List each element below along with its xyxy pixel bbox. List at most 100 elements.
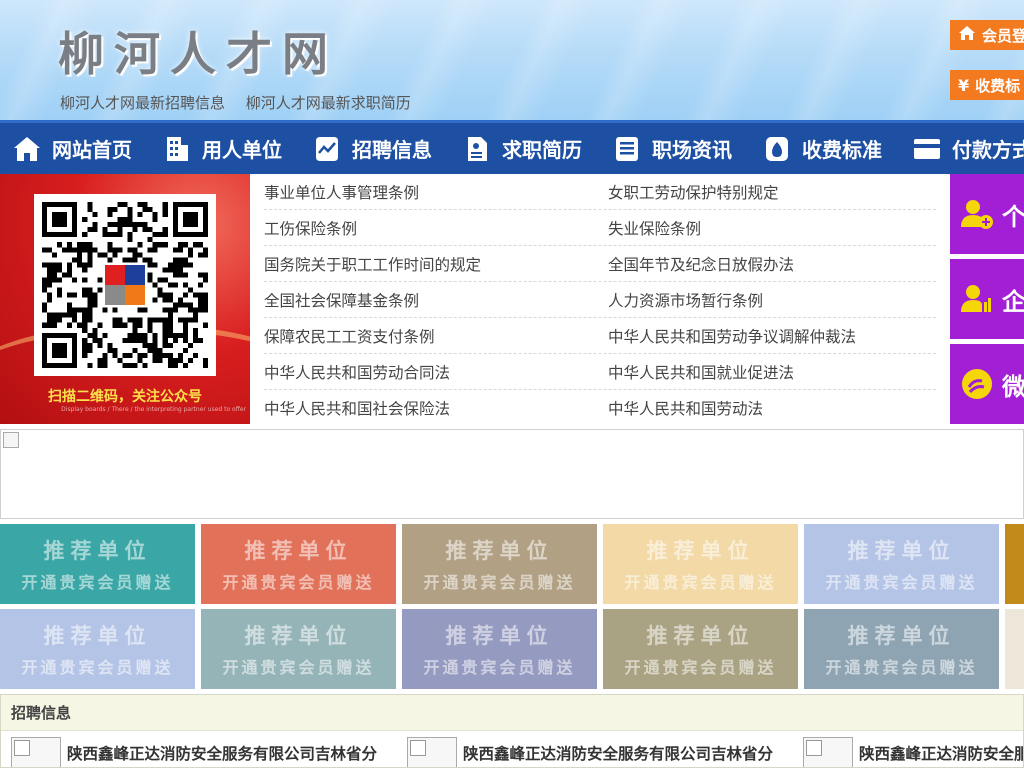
tile-title: 推荐单位 — [847, 624, 956, 648]
company-name[interactable]: 陕西鑫峰正达消防安全服务有限公司吉林省分 — [463, 742, 773, 764]
company-name[interactable]: 陕西鑫峰正达消防安全服务有限公司吉林省分 — [67, 742, 377, 764]
tile-subtitle: 开通贵宾会员赠送 — [21, 658, 174, 677]
tile-title: 推荐单位 — [646, 539, 755, 563]
law-link[interactable]: 女职工劳动保护特别规定 — [600, 181, 936, 203]
recommended-unit-tile[interactable]: 推荐单位开通贵宾会员赠送 — [0, 609, 195, 689]
nav-employers[interactable]: 用人单位 — [150, 123, 300, 174]
law-link[interactable]: 保障农民工工资支付条例 — [264, 325, 600, 347]
law-links: 事业单位人事管理条例 女职工劳动保护特别规定 工伤保险条例 失业保险条例 国务院… — [264, 174, 936, 424]
law-row: 工伤保险条例 失业保险条例 — [264, 210, 936, 246]
law-link[interactable]: 全国年节及纪念日放假办法 — [600, 253, 936, 275]
banner-image[interactable] — [0, 429, 1024, 519]
tile-title: 推荐单位 — [646, 624, 755, 648]
job-item[interactable]: 陕西鑫峰正达消防安全服务有限公司吉林省分 — [407, 737, 803, 767]
latest-jobs-link[interactable]: 柳河人才网最新招聘信息 — [60, 94, 225, 112]
recommended-unit-tile[interactable]: 推荐单位开通贵宾会员赠送 — [804, 524, 999, 604]
tile-subtitle: 开通贵宾会员赠送 — [825, 573, 978, 592]
company-register-button[interactable]: 企 — [950, 259, 1024, 339]
nav-news[interactable]: 职场资讯 — [600, 123, 750, 174]
nav-home-label: 网站首页 — [52, 138, 132, 162]
yen-icon: ¥ — [958, 75, 970, 95]
tile-title: 推荐单位 — [445, 539, 554, 563]
tile-subtitle: 开通贵宾会员赠送 — [222, 658, 375, 677]
resume-icon — [462, 134, 492, 164]
card-icon — [912, 134, 942, 164]
tile-subtitle: 开通贵宾会员赠送 — [423, 658, 576, 677]
personal-register-button[interactable]: 个 — [950, 174, 1024, 254]
wechat-icon — [960, 367, 994, 401]
tile-subtitle: 开通贵宾会员赠送 — [222, 573, 375, 592]
law-link[interactable]: 事业单位人事管理条例 — [264, 181, 600, 203]
recommended-unit-tile[interactable]: 推荐单位开通贵宾会员赠送 — [201, 609, 396, 689]
nav-payment[interactable]: 付款方式 — [900, 123, 1024, 174]
law-link[interactable]: 工伤保险条例 — [264, 217, 600, 239]
qr-code-image — [34, 194, 216, 376]
tile-title: 推荐单位 — [43, 624, 152, 648]
nav-fees-label: 收费标准 — [802, 138, 882, 162]
member-login-label: 会员登 — [982, 26, 1024, 45]
nav-employers-label: 用人单位 — [202, 138, 282, 162]
company-name[interactable]: 陕西鑫峰正达消防安全服 — [859, 742, 1023, 764]
recommended-unit-tile[interactable]: 推荐单位开通贵宾会员赠送 — [603, 524, 798, 604]
nav-jobs-label: 招聘信息 — [352, 138, 432, 162]
law-link[interactable]: 人力资源市场暂行条例 — [600, 289, 936, 311]
recommended-unit-tile[interactable]: 推荐单位开通贵宾会员赠送 — [402, 524, 597, 604]
latest-resumes-link[interactable]: 柳河人才网最新求职简历 — [246, 94, 411, 112]
site-header: 柳河人才网 柳河人才网最新招聘信息 柳河人才网最新求职简历 会员登 ¥ 收费标 — [0, 0, 1024, 120]
wechat-label: 微 — [1002, 372, 1024, 401]
recommended-unit-tile[interactable]: 推荐单位开通贵宾会员赠送 — [1005, 609, 1024, 689]
recommended-unit-tile[interactable]: 推荐单位开通贵宾会员赠送 — [1005, 524, 1024, 604]
law-row: 中华人民共和国社会保险法 中华人民共和国劳动法 — [264, 390, 936, 426]
nav-jobs[interactable]: 招聘信息 — [300, 123, 450, 174]
home-icon — [12, 134, 42, 164]
main-nav: 网站首页 用人单位 招聘信息 求职简历 职场资讯 收费标准 付款方式 — [0, 120, 1024, 174]
law-link[interactable]: 国务院关于职工工作时间的规定 — [264, 253, 600, 275]
nav-home[interactable]: 网站首页 — [0, 123, 150, 174]
recommended-unit-tile[interactable]: 推荐单位开通贵宾会员赠送 — [402, 609, 597, 689]
nav-fees[interactable]: 收费标准 — [750, 123, 900, 174]
law-link[interactable]: 中华人民共和国劳动争议调解仲裁法 — [600, 325, 936, 347]
law-row: 事业单位人事管理条例 女职工劳动保护特别规定 — [264, 174, 936, 210]
member-login-button[interactable]: 会员登 — [950, 20, 1024, 50]
site-title[interactable]: 柳河人才网 — [58, 18, 338, 84]
law-link[interactable]: 失业保险条例 — [600, 217, 936, 239]
law-link[interactable]: 中华人民共和国劳动合同法 — [264, 361, 600, 383]
recommended-unit-tile[interactable]: 推荐单位开通贵宾会员赠送 — [0, 524, 195, 604]
broken-image-icon — [3, 432, 19, 448]
person-add-icon — [960, 197, 994, 231]
tile-subtitle: 开通贵宾会员赠送 — [21, 573, 174, 592]
law-row: 全国社会保障基金条例 人力资源市场暂行条例 — [264, 282, 936, 318]
personal-register-label: 个 — [1002, 202, 1024, 231]
law-link[interactable]: 全国社会保障基金条例 — [264, 289, 600, 311]
tile-title: 推荐单位 — [847, 539, 956, 563]
recommended-unit-tile[interactable]: 推荐单位开通贵宾会员赠送 — [603, 609, 798, 689]
wechat-button[interactable]: 微 — [950, 344, 1024, 424]
news-icon — [612, 134, 642, 164]
chart-icon — [312, 134, 342, 164]
tile-subtitle: 开通贵宾会员赠送 — [624, 573, 777, 592]
recommended-unit-tile[interactable]: 推荐单位开通贵宾会员赠送 — [201, 524, 396, 604]
building-icon — [162, 134, 192, 164]
company-register-label: 企 — [1002, 287, 1024, 316]
recruit-section: 招聘信息 陕西鑫峰正达消防安全服务有限公司吉林省分 陕西鑫峰正达消防安全服务有限… — [0, 694, 1024, 768]
company-logo — [803, 737, 853, 767]
law-row: 中华人民共和国劳动合同法 中华人民共和国就业促进法 — [264, 354, 936, 390]
recommended-unit-tile[interactable]: 推荐单位开通贵宾会员赠送 — [804, 609, 999, 689]
nav-resumes[interactable]: 求职简历 — [450, 123, 600, 174]
law-link[interactable]: 中华人民共和国就业促进法 — [600, 361, 936, 383]
job-item[interactable]: 陕西鑫峰正达消防安全服务有限公司吉林省分 — [11, 737, 407, 767]
law-link[interactable]: 中华人民共和国劳动法 — [600, 397, 936, 419]
law-link[interactable]: 中华人民共和国社会保险法 — [264, 397, 600, 419]
nav-payment-label: 付款方式 — [952, 138, 1024, 162]
job-item[interactable]: 陕西鑫峰正达消防安全服 — [803, 737, 1023, 767]
tile-subtitle: 开通贵宾会员赠送 — [423, 573, 576, 592]
qr-fine-print: Display boards / There / the interpretin… — [61, 406, 246, 413]
tile-subtitle: 开通贵宾会员赠送 — [825, 658, 978, 677]
fee-standard-button[interactable]: ¥ 收费标 — [950, 70, 1024, 100]
company-user-icon — [960, 282, 994, 316]
tile-title: 推荐单位 — [244, 539, 353, 563]
tile-title: 推荐单位 — [244, 624, 353, 648]
header-links: 柳河人才网最新招聘信息 柳河人才网最新求职简历 — [60, 92, 427, 113]
fee-standard-label: 收费标 — [975, 76, 1021, 95]
qr-code-banner: 扫描二维码，关注公众号 Display boards / There / the… — [0, 174, 250, 424]
